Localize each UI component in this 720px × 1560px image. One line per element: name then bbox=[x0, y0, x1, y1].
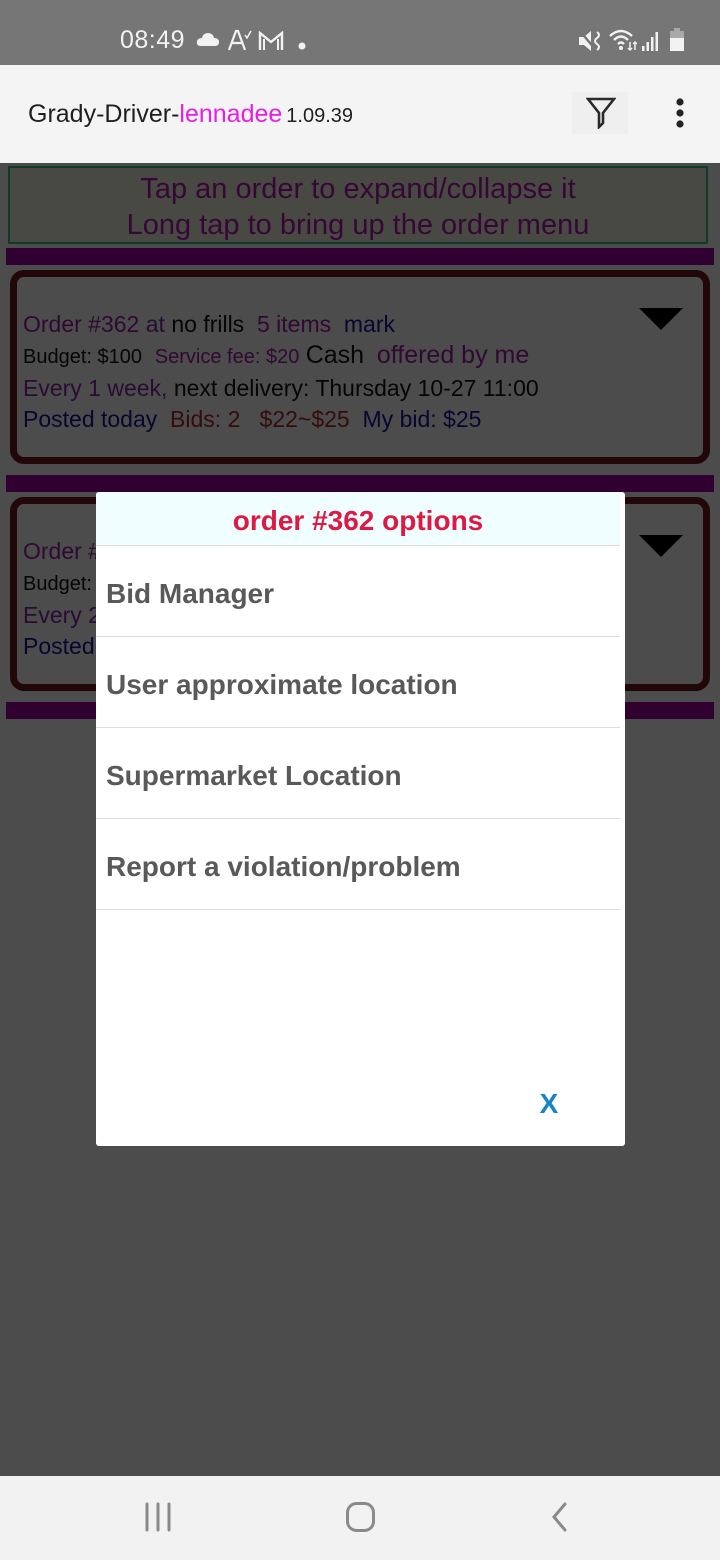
status-bar: 08:49 bbox=[0, 0, 720, 65]
close-button[interactable]: X bbox=[529, 1082, 569, 1126]
app-version: 1.09.39 bbox=[286, 105, 354, 127]
recent-apps-icon bbox=[144, 1502, 174, 1537]
more-options-button[interactable] bbox=[668, 96, 692, 132]
recent-apps-button[interactable] bbox=[130, 1494, 190, 1538]
menu-item-report-violation[interactable]: Report a violation/problem bbox=[96, 819, 620, 910]
dot-icon bbox=[298, 37, 306, 55]
back-icon bbox=[550, 1501, 570, 1538]
cloud-icon bbox=[196, 31, 220, 52]
status-time: 08:49 bbox=[120, 26, 186, 54]
navigation-bar bbox=[0, 1476, 720, 1560]
app-name: Grady-Driver- bbox=[28, 100, 180, 128]
back-button[interactable] bbox=[532, 1494, 592, 1538]
dialog-title: order #362 options bbox=[96, 492, 620, 546]
font-a-check-icon bbox=[227, 29, 252, 56]
home-icon bbox=[345, 1501, 377, 1538]
order-options-dialog: order #362 options Bid Manager User appr… bbox=[96, 492, 625, 1146]
signal-icon bbox=[641, 30, 661, 57]
battery-icon bbox=[669, 28, 685, 57]
home-button[interactable] bbox=[331, 1494, 391, 1538]
username: lennadee bbox=[179, 100, 283, 128]
filter-icon bbox=[585, 97, 617, 134]
mute-vibrate-icon bbox=[578, 29, 604, 58]
app-title: Grady-Driver-lennadee 1.09.39 bbox=[28, 100, 353, 129]
wifi-icon bbox=[609, 28, 638, 57]
filter-button[interactable] bbox=[572, 92, 628, 134]
menu-item-supermarket-location[interactable]: Supermarket Location bbox=[96, 728, 620, 819]
menu-item-user-location[interactable]: User approximate location bbox=[96, 637, 620, 728]
more-vert-icon bbox=[668, 98, 692, 136]
menu-item-bid-manager[interactable]: Bid Manager bbox=[96, 546, 620, 637]
app-bar: Grady-Driver-lennadee 1.09.39 bbox=[0, 65, 720, 163]
gmail-icon bbox=[258, 30, 284, 56]
